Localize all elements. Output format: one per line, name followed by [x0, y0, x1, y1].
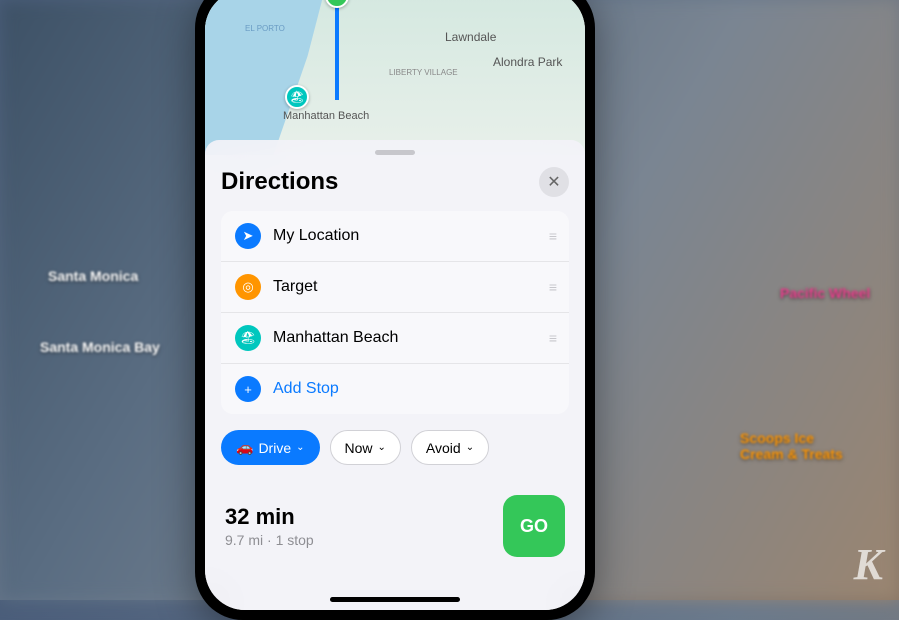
panel-header: Directions ✕ — [221, 167, 569, 197]
route-line — [335, 0, 339, 100]
stop-label: My Location — [273, 227, 549, 245]
map-label: Alondra Park — [493, 55, 562, 69]
go-button[interactable]: GO — [503, 495, 565, 557]
map-label: EL PORTO — [245, 24, 285, 33]
avoid-pill[interactable]: Avoid ⌄ — [411, 430, 489, 465]
stop-manhattan-beach[interactable]: 🏖 Manhattan Beach ≡ — [221, 313, 569, 364]
panel-title: Directions — [221, 168, 338, 196]
map-label: Lawndale — [445, 30, 496, 44]
watermark: K — [854, 539, 883, 590]
destination-marker: 🏖 — [285, 85, 309, 109]
map-label: Manhattan Beach — [283, 110, 369, 122]
panel-grabber[interactable] — [375, 150, 415, 155]
bg-label: Scoops Ice Cream & Treats — [740, 430, 860, 462]
time-pill[interactable]: Now ⌄ — [330, 430, 401, 465]
bg-label: Santa Monica — [48, 268, 138, 284]
plus-icon: + — [235, 376, 261, 402]
summary-text: 32 min 9.7 mi · 1 stop — [225, 504, 314, 548]
add-stop-label: Add Stop — [273, 380, 555, 398]
bg-label: Pacific Wheel — [780, 285, 870, 301]
mode-drive-pill[interactable]: 🚗 Drive ⌄ — [221, 430, 320, 465]
chevron-down-icon: ⌄ — [296, 442, 304, 453]
stop-my-location[interactable]: ➤ My Location ≡ — [221, 211, 569, 262]
stop-target[interactable]: ◎ Target ≡ — [221, 262, 569, 313]
close-button[interactable]: ✕ — [539, 167, 569, 197]
drag-handle-icon[interactable]: ≡ — [549, 228, 555, 244]
route-start-marker: 1 — [325, 0, 349, 8]
stop-label: Target — [273, 278, 549, 296]
add-stop-button[interactable]: + Add Stop — [221, 364, 569, 414]
beach-icon: 🏖 — [235, 325, 261, 351]
drag-handle-icon[interactable]: ≡ — [549, 279, 555, 295]
stop-label: Manhattan Beach — [273, 329, 549, 347]
chevron-down-icon: ⌄ — [378, 442, 386, 453]
close-icon: ✕ — [547, 172, 560, 192]
phone-screen: 1 🏖 EL PORTO Manhattan Beach Lawndale LI… — [205, 0, 585, 610]
time-label: Now — [345, 440, 373, 456]
phone-frame: 1 🏖 EL PORTO Manhattan Beach Lawndale LI… — [195, 0, 595, 620]
options-row: 🚗 Drive ⌄ Now ⌄ Avoid ⌄ — [221, 430, 569, 465]
target-icon: ◎ — [235, 274, 261, 300]
map-water — [205, 0, 376, 155]
route-summary: 32 min 9.7 mi · 1 stop GO — [221, 495, 569, 557]
location-arrow-icon: ➤ — [235, 223, 261, 249]
duration-label: 32 min — [225, 504, 314, 530]
drag-handle-icon[interactable]: ≡ — [549, 330, 555, 346]
map-view[interactable]: 1 🏖 EL PORTO Manhattan Beach Lawndale LI… — [205, 0, 585, 155]
mode-label: Drive — [258, 440, 291, 456]
stops-list: ➤ My Location ≡ ◎ Target ≡ 🏖 Manhattan B… — [221, 211, 569, 414]
avoid-label: Avoid — [426, 440, 461, 456]
marker-number: 1 — [334, 0, 341, 3]
directions-panel: Directions ✕ ➤ My Location ≡ ◎ Target ≡ … — [205, 140, 585, 610]
detail-label: 9.7 mi · 1 stop — [225, 532, 314, 548]
car-icon: 🚗 — [236, 439, 253, 456]
go-label: GO — [520, 516, 548, 537]
map-label: LIBERTY VILLAGE — [389, 68, 458, 77]
chevron-down-icon: ⌄ — [466, 442, 474, 453]
bg-label: Santa Monica Bay — [40, 339, 160, 355]
